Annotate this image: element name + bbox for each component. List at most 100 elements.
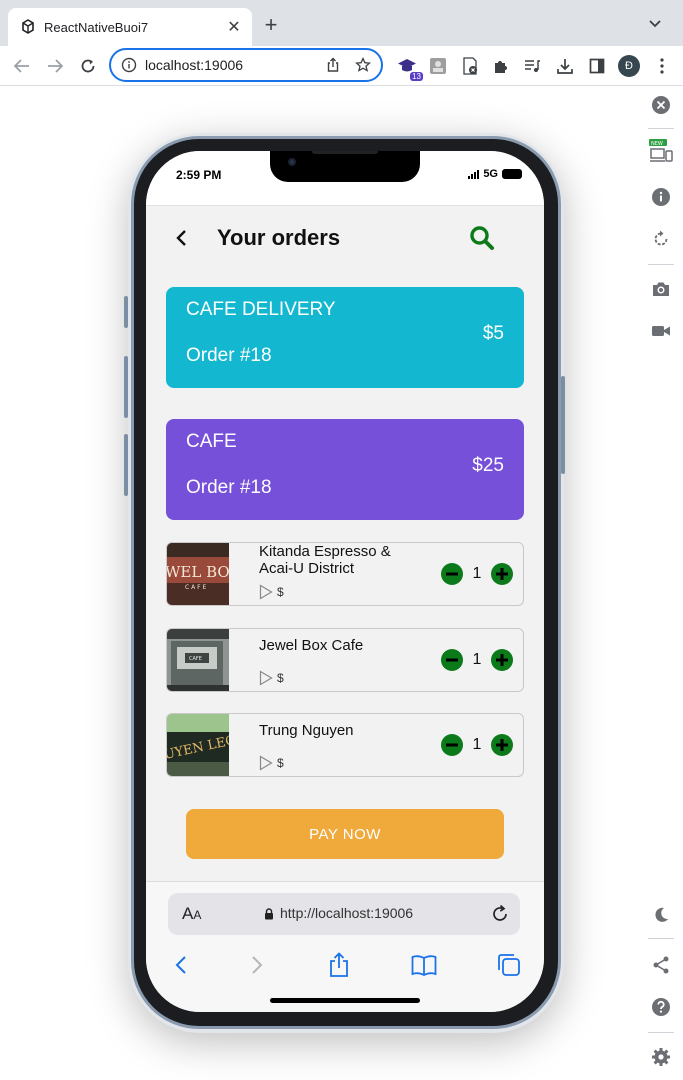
- status-time: 2:59 PM: [176, 168, 222, 182]
- play-triangle-icon: [259, 670, 273, 686]
- summary-card-cafe-delivery[interactable]: CAFE DELIVERY Order #18 $5: [166, 287, 524, 388]
- order-item-row[interactable]: CAFE Jewel Box Cafe $ 1: [166, 628, 524, 692]
- photo-extension-icon[interactable]: [426, 54, 450, 78]
- text-size-button[interactable]: AA: [182, 904, 201, 924]
- safari-forward-chevron-icon[interactable]: [244, 952, 270, 978]
- info-icon[interactable]: [121, 57, 137, 73]
- play-triangle-icon: [259, 755, 273, 771]
- responsive-devices-icon[interactable]: NEW: [648, 138, 674, 164]
- puzzle-extensions-icon[interactable]: [489, 54, 513, 78]
- item-thumbnail-photo: UYEN LEG: [167, 714, 229, 776]
- help-question-icon[interactable]: [648, 994, 674, 1020]
- address-bar-url: localhost:19006: [145, 57, 244, 73]
- new-badge-text: NEW: [651, 141, 663, 147]
- quantity-value: 1: [472, 565, 482, 582]
- plus-circle-icon[interactable]: [491, 734, 513, 756]
- tab-title: ReactNativeBuoi7: [44, 19, 149, 35]
- minus-circle-icon[interactable]: [441, 563, 463, 585]
- summary-card-amount: $5: [482, 323, 504, 344]
- profile-avatar[interactable]: Đ: [618, 55, 640, 77]
- info-circle-icon[interactable]: [648, 184, 674, 210]
- quantity-stepper: 1: [441, 563, 513, 585]
- media-playlist-icon[interactable]: [520, 54, 544, 78]
- camera-icon[interactable]: [648, 276, 674, 302]
- summary-card-name: CAFE DELIVERY: [186, 299, 336, 320]
- item-price-tag: $: [277, 756, 284, 770]
- play-triangle-icon: [259, 584, 273, 600]
- quantity-stepper: 1: [441, 734, 513, 756]
- item-price-tag: $: [277, 671, 284, 685]
- address-bar[interactable]: localhost:19006: [109, 48, 383, 82]
- share-icon[interactable]: [325, 57, 341, 73]
- phone-volume-down-button: [124, 434, 128, 496]
- order-item-row[interactable]: WEL BO C A F E Kitanda Espresso & Acai-U…: [166, 542, 524, 606]
- more-menu-icon[interactable]: [650, 54, 674, 78]
- svg-text:WEL BO: WEL BO: [167, 563, 229, 581]
- ios-status-bar: 2:59 PM 5G: [146, 151, 544, 205]
- safari-bookmarks-book-icon[interactable]: [411, 952, 437, 978]
- forward-arrow-icon[interactable]: [41, 52, 69, 80]
- minus-circle-icon[interactable]: [441, 734, 463, 756]
- minus-circle-icon[interactable]: [441, 649, 463, 671]
- browser-toolbar: localhost:19006 13 Đ: [0, 46, 683, 86]
- status-network: 5G: [468, 168, 522, 180]
- item-name: Kitanda Espresso & Acai-U District: [259, 543, 391, 577]
- search-icon[interactable]: [468, 224, 496, 252]
- share-nodes-icon[interactable]: [648, 952, 674, 978]
- safari-bottom-bar: AA http://localhost:19006: [146, 881, 544, 1012]
- summary-card-cafe[interactable]: CAFE Order #18 $25: [166, 419, 524, 520]
- browser-tab-strip: ReactNativeBuoi7 ✕ +: [0, 0, 683, 46]
- speaker-grille: [312, 151, 378, 154]
- browser-tab[interactable]: ReactNativeBuoi7 ✕: [8, 8, 252, 46]
- aa-small-letter: A: [193, 908, 202, 922]
- svg-text:CAFE: CAFE: [189, 656, 202, 662]
- side-panel-icon[interactable]: [585, 54, 609, 78]
- battery-icon: [502, 169, 522, 179]
- lock-icon: [265, 908, 273, 920]
- front-camera-icon: [288, 158, 296, 166]
- new-tab-icon[interactable]: +: [258, 12, 284, 38]
- close-tab-icon[interactable]: ✕: [222, 15, 246, 39]
- item-name: Jewel Box Cafe: [259, 637, 364, 654]
- order-item-row[interactable]: UYEN LEG Trung Nguyen $ 1: [166, 713, 524, 777]
- device-toolbar-rail: NEW: [640, 86, 683, 1080]
- download-icon[interactable]: [553, 54, 577, 78]
- phone-volume-up-button: [124, 356, 128, 418]
- safari-back-chevron-icon[interactable]: [168, 952, 194, 978]
- item-thumbnail-photo: WEL BO C A F E: [167, 543, 229, 605]
- summary-card-name: CAFE: [186, 431, 237, 452]
- phone-screen: 2:59 PM 5G Your orders CAFE DELIVERY Ord…: [146, 151, 544, 1012]
- close-circle-icon[interactable]: [648, 92, 674, 118]
- item-thumbnail-photo: CAFE: [167, 629, 229, 691]
- plus-circle-icon[interactable]: [491, 563, 513, 585]
- item-meta: $: [259, 755, 284, 771]
- item-meta: $: [259, 584, 284, 600]
- aa-big-letter: A: [182, 904, 194, 923]
- reload-icon[interactable]: [74, 52, 102, 80]
- safari-address-bar[interactable]: AA http://localhost:19006: [168, 893, 520, 935]
- page-title: Your orders: [217, 225, 341, 250]
- back-arrow-icon[interactable]: [8, 52, 36, 80]
- dark-mode-moon-icon[interactable]: [648, 902, 674, 928]
- graduation-cap-extension-icon[interactable]: 13: [395, 54, 423, 81]
- cellular-signal-icon: [468, 169, 480, 179]
- excel-extension-icon[interactable]: [458, 54, 482, 78]
- settings-gear-icon[interactable]: [648, 1044, 674, 1070]
- safari-tabs-icon[interactable]: [496, 952, 522, 978]
- rotate-icon[interactable]: [648, 226, 674, 252]
- bookmark-star-icon[interactable]: [355, 57, 371, 73]
- quantity-value: 1: [472, 651, 482, 668]
- pay-now-button[interactable]: PAY NOW: [186, 809, 504, 859]
- phone-mute-switch: [124, 296, 128, 328]
- video-camera-icon[interactable]: [648, 318, 674, 344]
- home-indicator: [270, 998, 420, 1003]
- back-chevron-icon[interactable]: [170, 226, 194, 250]
- chevron-down-icon[interactable]: [645, 14, 665, 34]
- svg-text:C A F E: C A F E: [185, 584, 206, 591]
- safari-reload-icon[interactable]: [490, 904, 510, 924]
- safari-share-icon[interactable]: [326, 952, 352, 978]
- extension-badge: 13: [410, 72, 423, 81]
- plus-circle-icon[interactable]: [491, 649, 513, 671]
- summary-card-amount: $25: [472, 455, 504, 476]
- summary-card-order: Order #18: [186, 345, 272, 366]
